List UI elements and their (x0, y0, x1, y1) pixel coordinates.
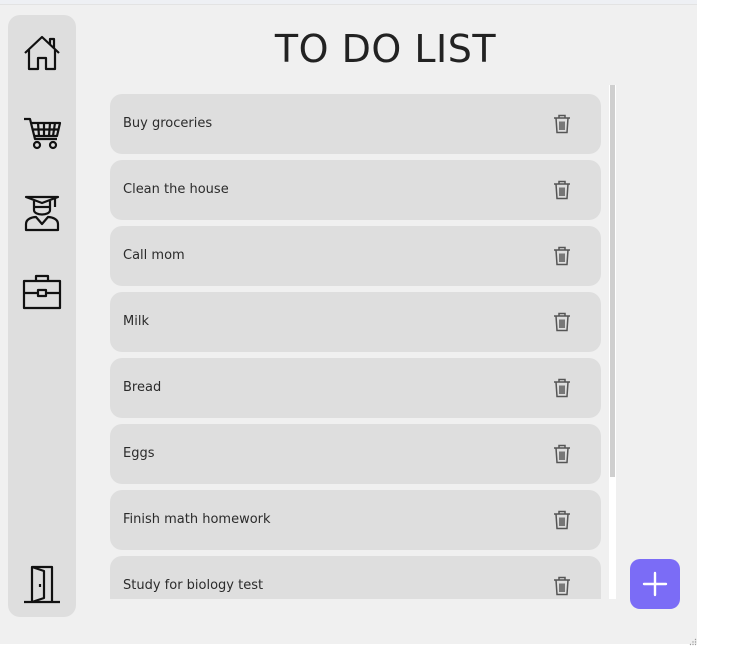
trash-icon[interactable] (553, 246, 571, 266)
task-label: Buy groceries (123, 116, 213, 131)
app-window: TO DO LIST Buy groceries Clean the house… (0, 4, 697, 646)
trash-icon[interactable] (553, 180, 571, 200)
task-label: Clean the house (123, 182, 229, 197)
task-label: Bread (123, 380, 162, 395)
list-item[interactable]: Clean the house (110, 160, 601, 220)
list-item[interactable]: Buy groceries (110, 94, 601, 154)
task-label: Finish math homework (123, 512, 271, 527)
scrollbar-thumb[interactable] (610, 85, 615, 477)
home-icon[interactable] (21, 32, 63, 74)
trash-icon[interactable] (553, 114, 571, 134)
trash-icon[interactable] (553, 444, 571, 464)
list-item[interactable]: Call mom (110, 226, 601, 286)
trash-icon[interactable] (553, 576, 571, 596)
list-item[interactable]: Bread (110, 358, 601, 418)
trash-icon[interactable] (553, 510, 571, 530)
resize-grip-icon[interactable] (689, 638, 697, 646)
list-item[interactable]: Finish math homework (110, 490, 601, 550)
task-label: Call mom (123, 248, 185, 263)
list-item[interactable]: Eggs (110, 424, 601, 484)
sidebar (8, 15, 76, 617)
graduate-icon[interactable] (21, 191, 63, 233)
page-title: TO DO LIST (274, 27, 497, 71)
trash-icon[interactable] (553, 312, 571, 332)
list-item[interactable]: Milk (110, 292, 601, 352)
trash-icon[interactable] (553, 378, 571, 398)
add-task-button[interactable] (630, 559, 680, 609)
shopping-cart-icon[interactable] (21, 111, 63, 153)
plus-icon (642, 571, 668, 597)
scrollbar[interactable] (609, 85, 616, 599)
briefcase-icon[interactable] (21, 271, 63, 313)
list-item[interactable]: Study for biology test (110, 556, 601, 599)
task-label: Study for biology test (123, 578, 264, 593)
task-label: Eggs (123, 446, 155, 461)
exit-door-icon[interactable] (21, 563, 63, 605)
task-label: Milk (123, 314, 149, 329)
task-list: Buy groceries Clean the house Call mom M… (110, 85, 616, 599)
